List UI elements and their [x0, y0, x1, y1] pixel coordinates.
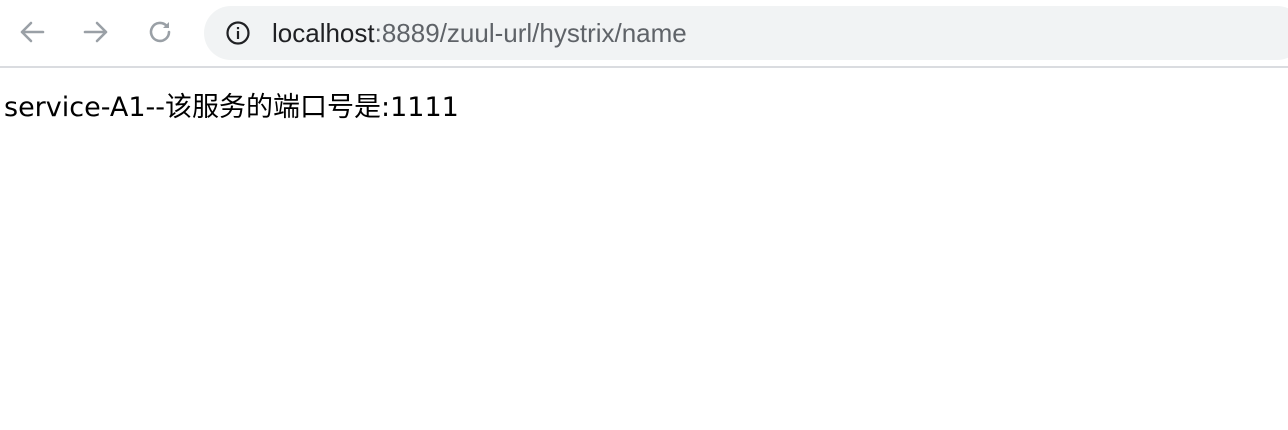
address-bar[interactable]: localhost:8889/zuul-url/hystrix/name — [204, 6, 1288, 60]
info-circle-icon[interactable] — [224, 19, 252, 47]
url-text[interactable]: localhost:8889/zuul-url/hystrix/name — [272, 6, 687, 60]
arrow-left-icon — [17, 17, 47, 47]
browser-toolbar: localhost:8889/zuul-url/hystrix/name — [0, 0, 1288, 68]
url-path: :8889/zuul-url/hystrix/name — [374, 18, 687, 48]
reload-button[interactable] — [140, 12, 180, 52]
reload-icon — [145, 17, 175, 47]
page-body-text: service-A1--该服务的端口号是:1111 — [4, 92, 459, 123]
url-host: localhost — [272, 18, 375, 48]
arrow-right-icon — [81, 17, 111, 47]
forward-button[interactable] — [76, 12, 116, 52]
back-button[interactable] — [12, 12, 52, 52]
